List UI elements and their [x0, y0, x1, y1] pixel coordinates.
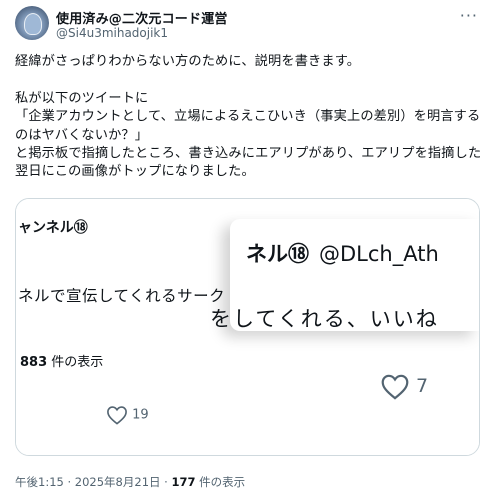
left-views-suffix: 件の表示	[47, 355, 104, 370]
views-number: 177	[171, 475, 196, 489]
tweet-footer: 午後1:15 · 2025年8月21日 · 177 件の表示	[15, 474, 245, 490]
tweet-media[interactable]: ャンネル⑱ ネルで宣伝してくれるサーク 883 件の表示 19 7 ネル⑱ @DL…	[15, 198, 480, 456]
left-like-count: 19	[106, 405, 149, 425]
more-options-icon[interactable]: ···	[460, 6, 478, 25]
left-likes-number: 19	[132, 407, 149, 423]
views-suffix: 件の表示	[195, 475, 246, 489]
right-channel-handle: @DLch_Ath	[319, 242, 439, 266]
display-name[interactable]: 使用済み@二次元コード運営	[56, 8, 228, 27]
timestamp[interactable]: 午後1:15 · 2025年8月21日 ·	[15, 475, 171, 489]
heart-icon	[107, 406, 127, 425]
right-channel-title: ネル⑱	[246, 242, 309, 266]
avatar[interactable]	[15, 6, 49, 40]
tweet-text: 経緯がさっぱりわからない方のために、説明を書きます。 私が以下のツイートに 「企…	[15, 54, 482, 180]
right-likes-number: 7	[416, 375, 429, 397]
user-handle[interactable]: @Si4u3mihadojik1	[56, 26, 168, 40]
left-promo-text: ネルで宣伝してくれるサーク	[18, 287, 226, 305]
left-views-number: 883	[20, 355, 48, 370]
right-promo-text: をしてくれる、いいね	[210, 307, 439, 331]
heart-icon	[381, 374, 409, 400]
left-channel-name: ャンネル⑱	[18, 220, 88, 236]
right-channel-name: ネル⑱ @DLch_Ath	[246, 238, 439, 268]
right-like-count: 7	[380, 373, 428, 400]
avatar-mascot	[24, 13, 42, 35]
left-view-count: 883 件の表示	[20, 351, 103, 370]
zoomed-screenshot-overlay: ネル⑱ @DLch_Ath をしてくれる、いいね	[210, 219, 479, 331]
